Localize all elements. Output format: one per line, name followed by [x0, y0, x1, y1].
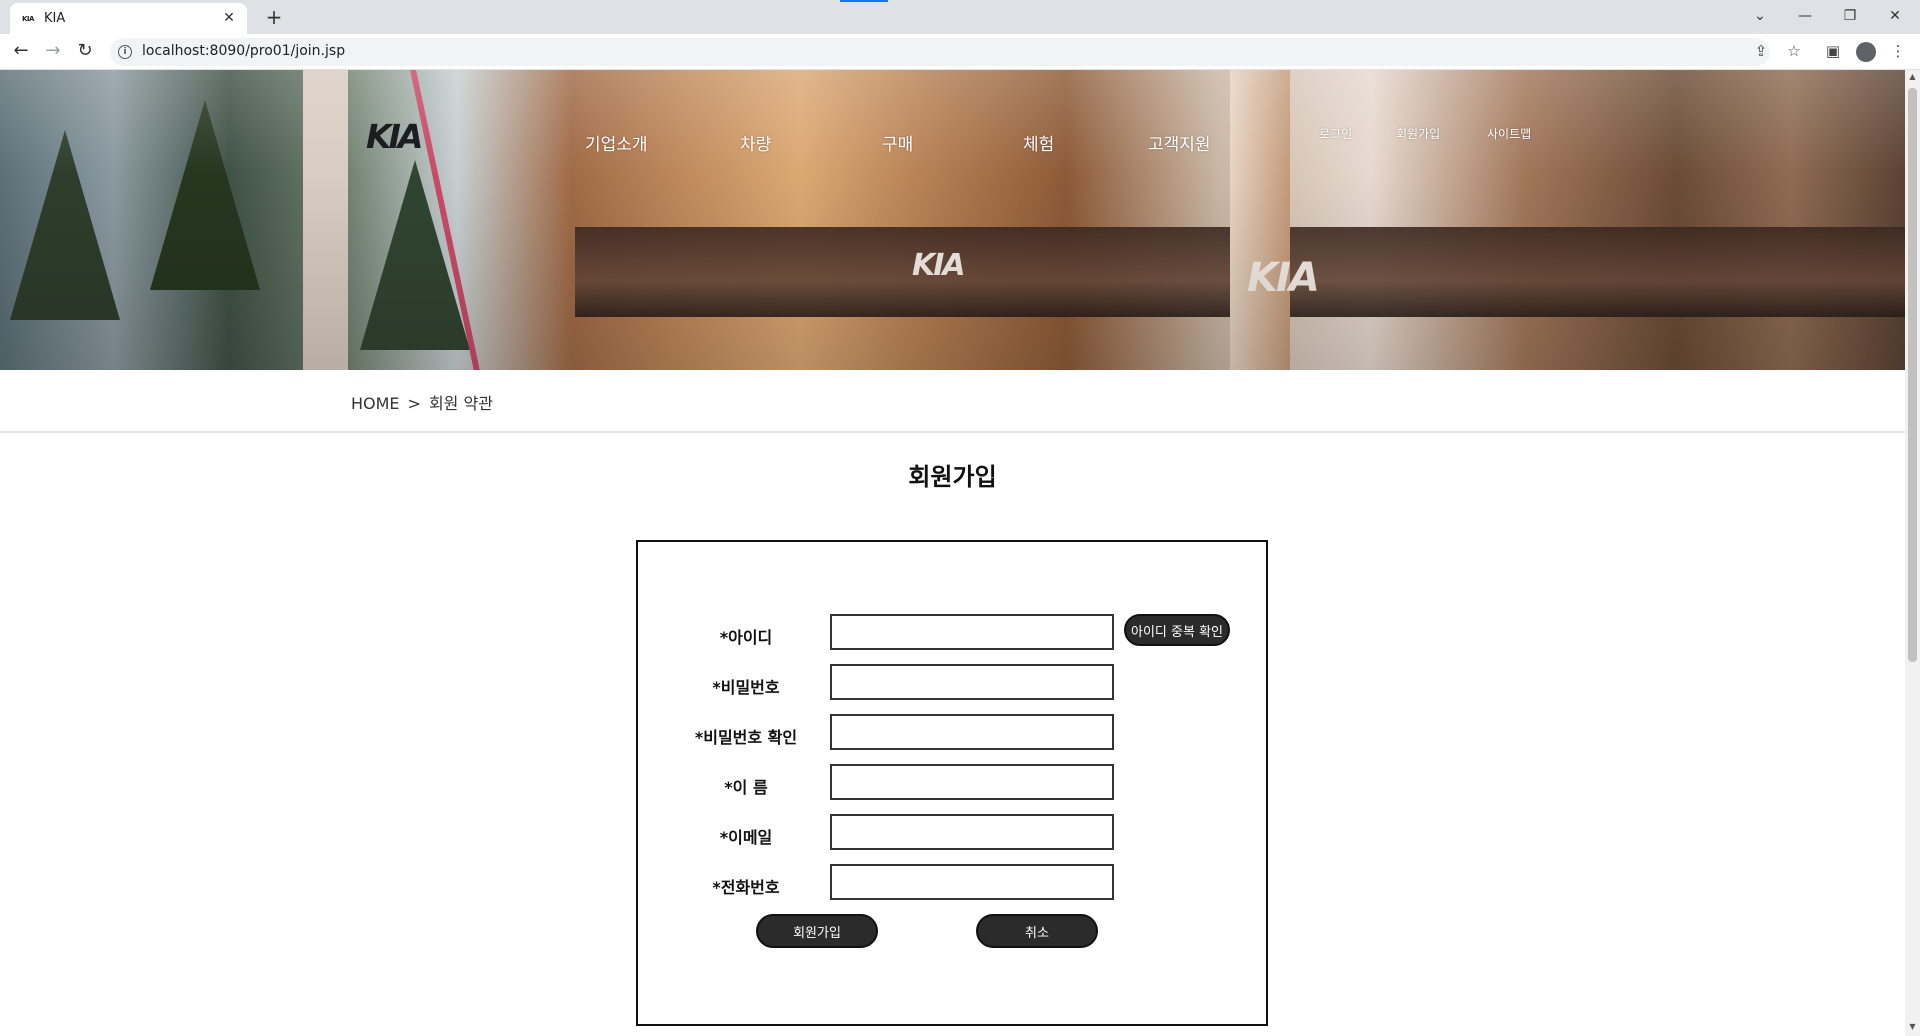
- tab-drag-indicator: [840, 0, 888, 2]
- scroll-down-icon[interactable]: ▼: [1905, 1022, 1920, 1034]
- breadcrumb: HOME > 회원 약관: [351, 390, 501, 414]
- address-bar[interactable]: i localhost:8090/pro01/join.jsp: [110, 38, 1770, 66]
- scroll-up-icon[interactable]: ▲: [1905, 72, 1920, 84]
- profile-icon[interactable]: [1856, 42, 1876, 62]
- browser-toolbar: ← → ↻ i localhost:8090/pro01/join.jsp ⇪ …: [0, 34, 1920, 70]
- label-email: *이메일: [719, 828, 773, 847]
- sidepanel-icon[interactable]: ▣: [1821, 39, 1845, 63]
- back-icon[interactable]: ←: [9, 39, 33, 63]
- label-password-confirm: *비밀번호 확인: [694, 728, 798, 747]
- submit-button[interactable]: 회원가입: [756, 914, 878, 948]
- restore-icon[interactable]: ❐: [1835, 4, 1865, 28]
- cancel-button[interactable]: 취소: [976, 914, 1098, 948]
- check-id-button[interactable]: 아이디 중복 확인: [1124, 614, 1230, 646]
- tab-close-icon[interactable]: ✕: [221, 10, 237, 26]
- login-link[interactable]: 로그인: [1319, 125, 1352, 142]
- tab-title: KIA: [44, 11, 66, 26]
- join-form: *아이디 아이디 중복 확인 *비밀번호 *비밀번호 확인 *이 름 *이메일 …: [636, 540, 1268, 1026]
- kia-logo[interactable]: KIA: [366, 120, 481, 153]
- tab-search-icon[interactable]: ⌄: [1745, 4, 1775, 28]
- nav-item-vehicles[interactable]: 차량: [740, 130, 771, 155]
- star-icon[interactable]: ☆: [1782, 39, 1806, 63]
- phone-input[interactable]: [830, 864, 1114, 900]
- window-close-icon[interactable]: ✕: [1880, 4, 1910, 28]
- password-input[interactable]: [830, 664, 1114, 700]
- label-id: *아이디: [719, 628, 773, 647]
- label-name: *이 름: [724, 778, 768, 797]
- breadcrumb-separator: >: [407, 394, 421, 413]
- label-password: *비밀번호: [712, 678, 780, 697]
- page-title: 회원가입: [908, 463, 997, 491]
- divider: [0, 431, 1905, 433]
- menu-icon[interactable]: ⋮: [1886, 39, 1910, 63]
- nav-item-support[interactable]: 고객지원: [1148, 130, 1211, 155]
- scroll-thumb[interactable]: [1908, 88, 1917, 662]
- share-icon[interactable]: ⇪: [1749, 39, 1773, 63]
- page-viewport: KIA KIA KIA 기업소개 차량 구매 체험 고객지원 로그인 회원가입 …: [0, 70, 1905, 1036]
- nav-item-experience[interactable]: 체험: [1023, 130, 1054, 155]
- signup-link[interactable]: 회원가입: [1396, 125, 1440, 142]
- new-tab-icon[interactable]: +: [262, 5, 286, 29]
- browser-tab[interactable]: KIA KIA ✕: [10, 3, 247, 34]
- name-input[interactable]: [830, 764, 1114, 800]
- url-text[interactable]: localhost:8090/pro01/join.jsp: [142, 43, 345, 59]
- email-input[interactable]: [830, 814, 1114, 850]
- hero-shade: [0, 70, 1905, 370]
- forward-icon[interactable]: →: [41, 39, 65, 63]
- reload-icon[interactable]: ↻: [73, 39, 97, 63]
- minimize-icon[interactable]: —: [1790, 4, 1820, 28]
- nav-item-company[interactable]: 기업소개: [585, 130, 648, 155]
- breadcrumb-current: 회원 약관: [428, 394, 493, 413]
- info-icon[interactable]: i: [118, 45, 132, 59]
- hero-banner: KIA KIA KIA 기업소개 차량 구매 체험 고객지원 로그인 회원가입 …: [0, 70, 1905, 370]
- id-input[interactable]: [830, 614, 1114, 650]
- password-confirm-input[interactable]: [830, 714, 1114, 750]
- label-phone: *전화번호: [712, 878, 780, 897]
- breadcrumb-home[interactable]: HOME: [351, 394, 400, 413]
- page-scrollbar[interactable]: ▲ ▼: [1905, 70, 1920, 1036]
- kia-favicon-icon: KIA: [22, 15, 34, 23]
- browser-tabbar: KIA KIA ✕ + ⌄ — ❐ ✕: [0, 0, 1920, 34]
- sitemap-link[interactable]: 사이트맵: [1487, 125, 1531, 142]
- nav-item-purchase[interactable]: 구매: [882, 130, 913, 155]
